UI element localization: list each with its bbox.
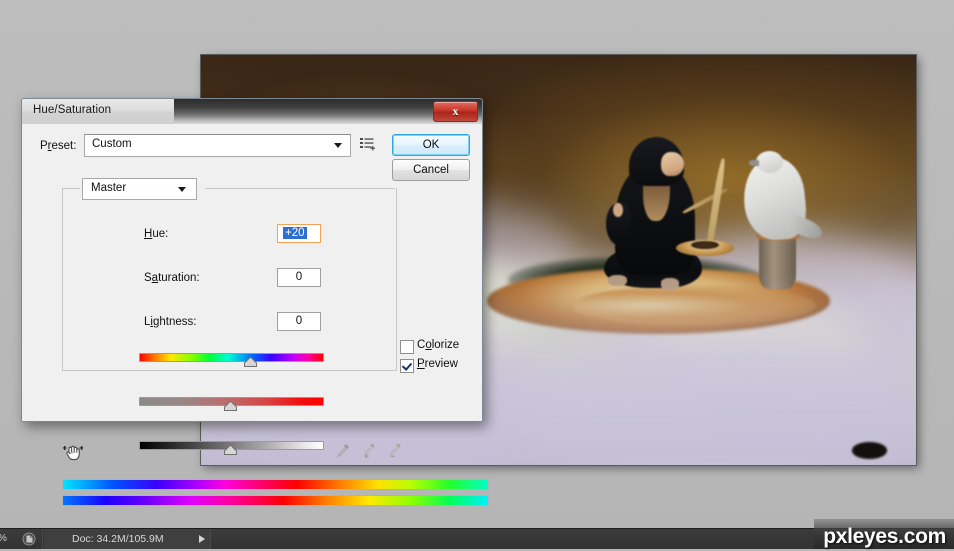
hue-saturation-dialog[interactable]: Hue/Saturation x Preset: Custom OK Cance… — [21, 98, 489, 506]
preset-label: Preset: — [40, 140, 77, 152]
hue-input[interactable]: +20 — [277, 224, 321, 243]
hue-reference-bar-adjusted — [62, 495, 489, 506]
ok-button[interactable]: OK — [392, 134, 470, 156]
preset-dropdown[interactable]: Custom — [84, 134, 351, 157]
preview-label: Preview — [417, 358, 458, 370]
close-icon: x — [452, 104, 459, 118]
saturation-label: Saturation: — [144, 272, 200, 284]
hue-reference-bar-original — [62, 479, 489, 490]
dialog-title: Hue/Saturation — [33, 104, 112, 116]
eyedropper-subtract-icon[interactable] — [387, 443, 402, 459]
chevron-down-icon — [178, 187, 186, 192]
status-divider — [42, 529, 43, 549]
lightness-label: Lightness: — [144, 316, 197, 328]
close-button[interactable]: x — [433, 101, 478, 122]
adjustment-group — [62, 188, 397, 371]
colorize-label: Colorize — [417, 339, 460, 351]
dark-smudge — [851, 442, 888, 459]
hue-slider-thumb[interactable] — [244, 357, 257, 367]
workspace: Hue/Saturation x Preset: Custom OK Cance… — [0, 0, 954, 529]
eyedropper-add-icon[interactable] — [361, 443, 376, 459]
status-divider — [210, 529, 211, 549]
hue-value: +20 — [283, 227, 307, 239]
document-icon[interactable] — [22, 532, 36, 546]
cancel-button[interactable]: Cancel — [392, 159, 470, 181]
lightness-value: 0 — [295, 315, 303, 327]
preset-value: Custom — [92, 138, 132, 150]
group-border — [205, 188, 395, 189]
colorize-checkbox[interactable] — [400, 340, 414, 354]
dove-beak — [748, 159, 760, 166]
zoom-percent: % — [0, 533, 7, 544]
preview-checkbox[interactable] — [400, 359, 414, 373]
preset-menu-icon[interactable] — [360, 137, 376, 152]
status-bar: % Doc: 34.2M/105.9M — [0, 528, 954, 549]
group-border — [62, 188, 80, 189]
doc-size-text: Doc: 34.2M/105.9M — [72, 533, 164, 545]
watermark: pxleyes.com — [823, 525, 946, 548]
lightness-input[interactable]: 0 — [277, 312, 321, 331]
saturation-input[interactable]: 0 — [277, 268, 321, 287]
dialog-titlebar[interactable]: Hue/Saturation — [22, 99, 482, 125]
hue-label: Hue: — [144, 228, 169, 240]
photoshop-screen: Hue/Saturation x Preset: Custom OK Cance… — [0, 0, 954, 549]
chevron-down-icon — [334, 143, 342, 148]
channel-dropdown[interactable]: Master — [82, 178, 197, 200]
eyedropper-icon[interactable] — [335, 444, 350, 459]
lightness-slider-thumb[interactable] — [224, 445, 237, 455]
saturation-slider-thumb[interactable] — [224, 401, 237, 411]
saturation-value: 0 — [295, 271, 303, 283]
scrubby-hand-icon[interactable] — [63, 443, 85, 463]
hue-slider-track[interactable] — [139, 353, 324, 362]
dialog-body: Preset: Custom OK Cancel Master Hue: +20… — [22, 124, 482, 455]
channel-value: Master — [91, 182, 127, 194]
status-expand-icon[interactable] — [199, 535, 205, 543]
